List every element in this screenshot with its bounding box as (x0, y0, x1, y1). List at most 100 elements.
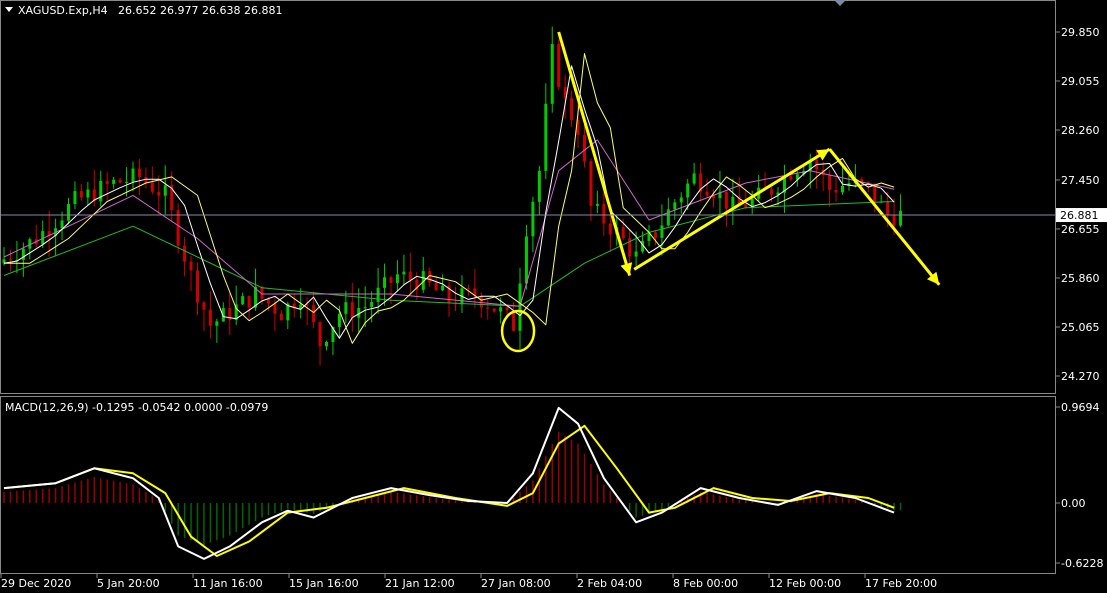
candle-body (247, 296, 251, 308)
candle-body (370, 301, 374, 308)
macd-axis: 0.9694 0.00 -0.6228 (1055, 401, 1103, 570)
candle-body (376, 287, 380, 302)
candle-body (279, 313, 283, 321)
candle-body (125, 181, 129, 183)
candle-body (518, 283, 522, 331)
candle-body (634, 251, 638, 257)
candle-body (395, 274, 399, 283)
candle-body (363, 307, 367, 309)
moving-averages (3, 53, 895, 344)
candle-body (8, 259, 12, 261)
macd-tick-label: 0.9694 (1061, 401, 1100, 414)
highlight-circle (500, 309, 536, 353)
candle-body (215, 321, 219, 326)
price-tick-label: 26.655 (1061, 223, 1100, 236)
time-tick-label: 11 Jan 16:00 (193, 577, 263, 590)
candle-body (131, 168, 135, 182)
candle-body (157, 191, 161, 196)
candle-body (789, 176, 793, 180)
macd-histogram (3, 431, 902, 545)
candle-body (325, 342, 328, 347)
candle-body (537, 170, 541, 202)
candle-body (105, 180, 109, 184)
candle-body (79, 191, 83, 198)
candle-body (196, 270, 199, 303)
macd-label: MACD(12,26,9) -0.1295 -0.0542 0.0000 -0.… (5, 401, 268, 414)
time-tick-label: 5 Jan 20:00 (97, 577, 160, 590)
candle-body (408, 271, 412, 280)
candle-body (621, 227, 625, 239)
price-tick-label: 27.450 (1061, 174, 1100, 187)
price-tick-label: 25.065 (1061, 321, 1100, 334)
signal-line (3, 424, 895, 557)
macd-tick-label: 0.00 (1061, 497, 1086, 510)
candle-body (202, 302, 206, 310)
candle-body (60, 220, 64, 229)
candle-body (602, 203, 606, 224)
candle-body (434, 282, 438, 291)
trend-arrow-line (828, 148, 941, 286)
candle-body (544, 103, 548, 171)
candle-body (692, 173, 696, 184)
candle-body (163, 185, 167, 196)
candle-body (583, 134, 586, 162)
candle-body (505, 307, 509, 311)
candle-body (479, 295, 483, 308)
candle-body (337, 313, 341, 328)
ma-slow-line (3, 139, 895, 307)
time-axis: 29 Dec 2020 5 Jan 20:00 11 Jan 16:00 15 Jan… (0, 574, 937, 590)
candle-body (86, 189, 90, 198)
candle-body (531, 201, 535, 237)
time-tick-label: 12 Feb 00:00 (769, 577, 841, 590)
price-tick-label: 24.270 (1061, 370, 1100, 383)
candle-body (183, 245, 187, 262)
candle-body (705, 191, 709, 196)
dropdown-triangle-icon[interactable] (5, 7, 13, 12)
price-tick-label: 29.055 (1061, 75, 1100, 88)
candle-body (724, 191, 728, 209)
candle-body (899, 210, 903, 226)
candle-body (112, 179, 116, 184)
candle-body (673, 202, 677, 210)
candle-body (557, 43, 561, 88)
chart-symbol: XAGUSD.Exp,H4 (18, 4, 108, 17)
candle-body (608, 223, 612, 235)
macd-tick-label: -0.6228 (1061, 557, 1103, 570)
time-tick-label: 21 Jan 12:00 (385, 577, 455, 590)
trend-arrow-line (557, 31, 632, 276)
price-axis: 29.850 29.055 28.260 27.450 26.655 25.860 25.0… (1055, 26, 1100, 383)
candle-body (241, 296, 245, 305)
chart-ohlc: 26.652 26.977 26.638 26.881 (118, 4, 282, 17)
trading-chart[interactable]: 29.850 29.055 28.260 27.450 26.655 25.860 25.0… (0, 0, 1107, 593)
candle-body (653, 232, 657, 238)
candle-body (208, 309, 212, 326)
candlesticks (2, 26, 903, 366)
candle-body (189, 261, 193, 271)
current-price-label: 26.881 (1060, 209, 1099, 222)
candle-body (834, 189, 838, 193)
candle-body (570, 98, 574, 121)
time-tick-label: 2 Feb 04:00 (577, 577, 642, 590)
candle-body (383, 277, 387, 288)
candle-body (344, 302, 348, 314)
trend-arrow-line (633, 147, 831, 271)
candle-body (679, 197, 683, 203)
candle-body (686, 183, 690, 198)
candle-body (550, 43, 554, 104)
candle-body (589, 161, 593, 206)
candle-body (892, 215, 896, 226)
candle-body (441, 285, 445, 291)
candle-body (67, 203, 70, 221)
candle-body (118, 179, 122, 183)
candle-body (770, 189, 774, 195)
candle-body (828, 175, 832, 190)
price-tick-label: 28.260 (1061, 124, 1100, 137)
candle-body (99, 180, 103, 202)
candle-body (499, 307, 503, 312)
candle-body (150, 182, 154, 192)
scroll-marker-icon[interactable] (834, 0, 846, 6)
time-tick-label: 29 Dec 2020 (1, 577, 71, 590)
candle-body (312, 305, 316, 323)
time-tick-label: 15 Jan 16:00 (289, 577, 359, 590)
candle-body (660, 225, 664, 238)
